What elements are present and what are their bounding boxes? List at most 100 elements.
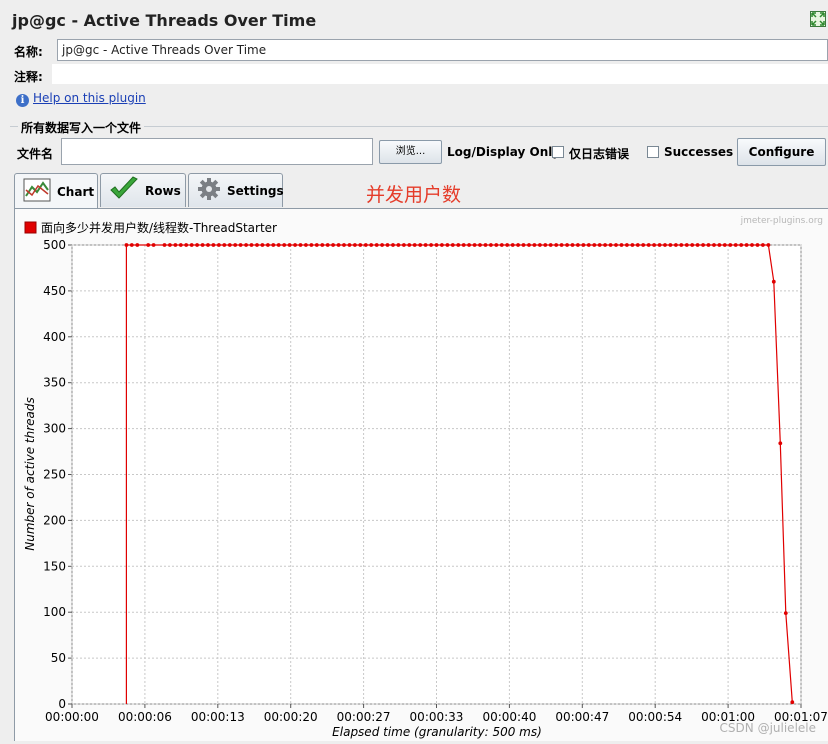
- data-point: [320, 243, 325, 247]
- successes-checkbox[interactable]: [647, 146, 659, 158]
- data-point: [668, 243, 673, 247]
- legend-label: 面向多少并发用户数/线程数-ThreadStarter: [41, 220, 277, 235]
- annotation-text: 并发用户数: [366, 184, 462, 206]
- x-tick-label: 00:00:13: [191, 710, 245, 724]
- errors-label: 仅日志错误: [569, 147, 630, 161]
- data-point: [766, 243, 771, 247]
- data-point: [385, 243, 390, 247]
- data-point: [206, 243, 210, 247]
- name-label: 名称:: [14, 45, 43, 59]
- comment-label: 注释:: [14, 70, 43, 84]
- data-point: [548, 243, 553, 247]
- data-point: [516, 243, 520, 247]
- data-point: [135, 243, 140, 247]
- y-tick-label: 400: [43, 330, 66, 344]
- data-point: [168, 243, 172, 247]
- checkmark-icon: [109, 176, 139, 205]
- y-tick-label: 250: [43, 468, 66, 482]
- data-point: [391, 243, 395, 247]
- successes-label: Successes: [664, 145, 734, 159]
- data-point: [771, 279, 776, 284]
- name-field[interactable]: jp@gc - Active Threads Over Time: [57, 39, 828, 61]
- data-point: [739, 243, 744, 247]
- data-point: [706, 243, 711, 247]
- expand-icon[interactable]: [810, 11, 826, 27]
- data-point: [369, 243, 374, 247]
- chart-icon: [23, 178, 51, 205]
- data-point: [162, 243, 167, 247]
- tab-settings-label: Settings: [227, 183, 284, 198]
- data-point: [592, 243, 597, 247]
- data-point: [494, 243, 499, 247]
- data-point: [222, 243, 227, 247]
- data-point: [472, 243, 477, 247]
- data-point: [342, 243, 346, 247]
- data-point: [331, 243, 335, 247]
- data-point: [570, 243, 575, 247]
- configure-button[interactable]: Configure: [737, 138, 826, 166]
- y-tick-label: 50: [51, 651, 66, 665]
- tab-rows[interactable]: Rows: [100, 173, 186, 207]
- data-point: [619, 243, 624, 247]
- data-point: [233, 243, 238, 247]
- data-point: [298, 243, 303, 247]
- y-tick-label: 350: [43, 376, 66, 390]
- filename-input[interactable]: [61, 138, 373, 165]
- data-point: [227, 243, 232, 247]
- data-point: [663, 243, 667, 247]
- data-point: [701, 243, 705, 247]
- y-tick-label: 150: [43, 559, 66, 573]
- data-point: [679, 243, 684, 247]
- data-point: [151, 243, 156, 247]
- data-point: [608, 243, 613, 247]
- data-point: [407, 243, 412, 247]
- data-point: [532, 243, 537, 247]
- data-point: [755, 243, 760, 247]
- x-tick-label: 00:00:20: [264, 710, 318, 724]
- data-point: [282, 243, 287, 247]
- data-point: [761, 243, 765, 247]
- data-point: [722, 243, 727, 247]
- data-point: [353, 243, 357, 247]
- x-tick-label: 00:00:00: [45, 710, 99, 724]
- x-tick-label: 00:00:47: [555, 710, 609, 724]
- y-tick-label: 500: [43, 238, 66, 252]
- comment-field[interactable]: [52, 64, 828, 84]
- help-link[interactable]: Help on this plugin: [33, 91, 146, 105]
- data-point: [363, 243, 368, 247]
- data-point: [238, 243, 243, 247]
- data-point: [423, 243, 428, 247]
- data-point: [652, 243, 656, 247]
- data-point: [674, 243, 678, 247]
- y-tick-label: 100: [43, 605, 66, 619]
- data-point: [778, 441, 783, 446]
- brand-label: jmeter-plugins.org: [740, 216, 823, 226]
- data-point: [576, 243, 580, 247]
- data-point: [450, 243, 455, 247]
- data-point: [293, 243, 297, 247]
- data-point: [456, 243, 461, 247]
- data-point: [287, 243, 292, 247]
- browse-button[interactable]: 浏览...: [379, 140, 442, 164]
- data-point: [625, 243, 629, 247]
- data-point: [499, 243, 504, 247]
- errors-checkbox[interactable]: [552, 146, 564, 158]
- window-title: jp@gc - Active Threads Over Time: [12, 11, 317, 30]
- tab-chart[interactable]: Chart: [14, 173, 98, 209]
- data-point: [603, 243, 607, 247]
- tab-settings[interactable]: Settings: [188, 173, 284, 207]
- data-point: [374, 243, 379, 247]
- x-tick-label: 00:00:06: [118, 710, 172, 724]
- data-point: [483, 243, 488, 247]
- data-point: [510, 243, 515, 247]
- tab-chart-label: Chart: [57, 184, 95, 199]
- data-point: [304, 243, 308, 247]
- data-point: [434, 243, 439, 247]
- data-point: [217, 243, 221, 247]
- data-point: [260, 243, 265, 247]
- data-point: [695, 243, 700, 247]
- data-point: [412, 243, 417, 247]
- data-point: [173, 243, 178, 247]
- data-point: [380, 243, 384, 247]
- data-point: [489, 243, 493, 247]
